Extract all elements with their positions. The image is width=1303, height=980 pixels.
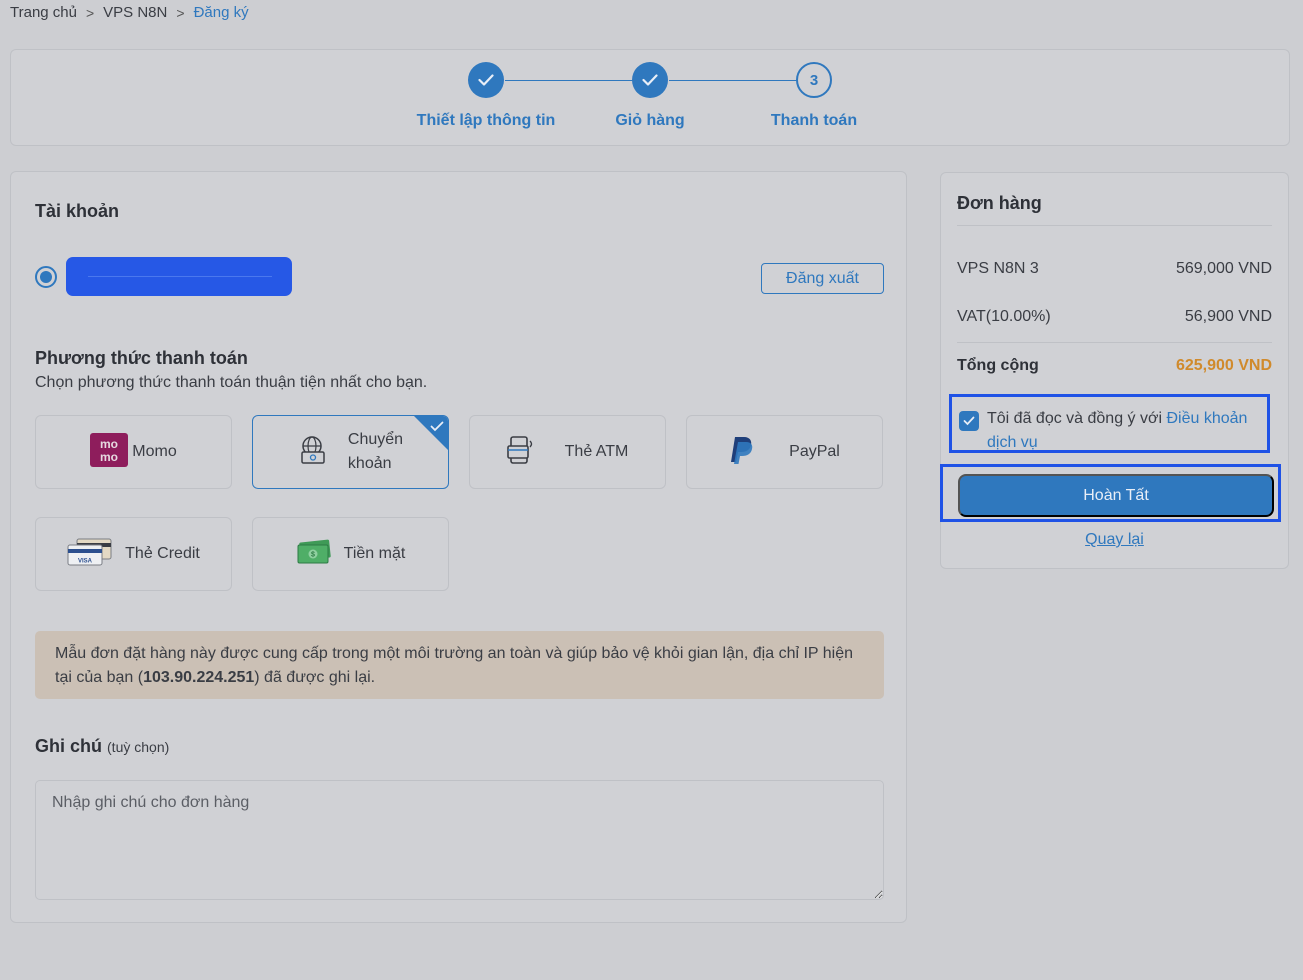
terms-agreement: Tôi đã đọc và đồng ý với Điều khoản dịch…: [949, 394, 1270, 453]
notice-text-end: ) đã được ghi lại.: [254, 669, 376, 686]
divider: [957, 342, 1272, 343]
submit-highlight: Hoàn Tất: [940, 464, 1281, 522]
payment-method-paypal[interactable]: PayPal: [686, 415, 883, 489]
payment-method-atm[interactable]: Thẻ ATM: [469, 415, 666, 489]
payment-method-cash[interactable]: $ Tiền mặt: [252, 517, 449, 591]
payment-method-label: Momo: [132, 443, 177, 460]
payment-method-label: Thẻ ATM: [564, 443, 629, 460]
terms-label: Tôi đã đọc và đồng ý với: [987, 410, 1167, 427]
order-item-row: VPS N8N 3 569,000 VND: [957, 260, 1272, 278]
payment-method-label: Chuyển khoản: [348, 428, 403, 476]
step-1-check-icon: [468, 62, 504, 98]
checkout-stepper: 3 Thiết lập thông tin Giỏ hàng Thanh toá…: [10, 49, 1290, 146]
account-email-redacted: [66, 257, 292, 296]
payment-method-subtitle: Chọn phương thức thanh toán thuận tiện n…: [35, 374, 428, 391]
payment-method-bank-transfer[interactable]: Chuyển khoản: [252, 415, 449, 489]
selected-check-icon: [430, 419, 444, 437]
order-vat-row: VAT(10.00%) 56,900 VND: [957, 308, 1272, 326]
account-radio[interactable]: [35, 266, 57, 288]
security-notice: Mẫu đơn đặt hàng này được cung cấp trong…: [35, 631, 884, 699]
ip-address: 103.90.224.251: [143, 669, 255, 686]
paypal-logo-icon: [729, 435, 755, 470]
order-vat-amount: 56,900 VND: [1184, 308, 1272, 325]
bank-transfer-icon: [298, 435, 330, 470]
svg-text:mo: mo: [100, 450, 118, 464]
breadcrumb: Trang chủ > VPS N8N > Đăng ký: [10, 4, 249, 21]
complete-order-button[interactable]: Hoàn Tất: [958, 474, 1274, 517]
payment-method-label: PayPal: [789, 443, 840, 460]
note-optional-text: (tuỳ chọn): [107, 739, 170, 755]
chevron-right-icon: >: [85, 4, 95, 21]
logout-button[interactable]: Đăng xuất: [761, 263, 884, 294]
svg-text:mo: mo: [100, 437, 118, 451]
back-link[interactable]: Quay lại: [941, 531, 1288, 549]
step-connector: [505, 80, 633, 81]
momo-logo-icon: mo mo: [90, 432, 129, 472]
payment-method-label: Tiền mặt: [343, 545, 406, 562]
note-title: Ghi chú (tuỳ chọn): [35, 736, 169, 757]
payment-method-credit[interactable]: VISA Thẻ Credit: [35, 517, 232, 591]
account-title: Tài khoản: [35, 201, 120, 221]
breadcrumb-product[interactable]: VPS N8N: [103, 4, 167, 21]
order-item-name: VPS N8N 3: [957, 260, 1039, 277]
step-3-number: 3: [796, 62, 832, 98]
order-vat-name: VAT(10.00%): [957, 308, 1051, 325]
atm-card-icon: [506, 435, 535, 470]
order-item-amount: 569,000 VND: [1175, 260, 1272, 277]
chevron-right-icon: >: [176, 4, 185, 21]
step-2-check-icon: [632, 62, 668, 98]
breadcrumb-home[interactable]: Trang chủ: [10, 4, 77, 21]
terms-checkbox[interactable]: [959, 411, 979, 431]
checkout-form-panel: Tài khoản Đăng xuất Phương thức thanh to…: [10, 171, 907, 923]
payment-method-title: Phương thức thanh toán: [35, 348, 248, 368]
step-3-label: Thanh toán: [770, 112, 858, 129]
svg-text:$: $: [311, 551, 315, 558]
step-connector: [669, 80, 797, 81]
credit-card-icon: VISA: [67, 538, 113, 571]
order-total-row: Tổng cộng 625,900 VND: [957, 357, 1272, 375]
cash-icon: $: [296, 539, 332, 570]
payment-method-label: Thẻ Credit: [125, 545, 200, 562]
label-line-2: khoản: [347, 455, 392, 472]
order-title: Đơn hàng: [957, 193, 1042, 213]
divider: [957, 225, 1272, 226]
order-total-label: Tổng cộng: [957, 357, 1039, 374]
order-total-amount: 625,900 VND: [1175, 357, 1272, 374]
order-summary-panel: Đơn hàng VPS N8N 3 569,000 VND VAT(10.00…: [940, 172, 1289, 569]
breadcrumb-current: Đăng ký: [193, 4, 249, 21]
payment-method-momo[interactable]: mo mo Momo: [35, 415, 232, 489]
order-note-textarea[interactable]: [35, 780, 884, 900]
svg-text:VISA: VISA: [78, 558, 93, 564]
terms-text: Tôi đã đọc và đồng ý với Điều khoản dịch…: [987, 407, 1259, 455]
label-line-1: Chuyển: [347, 431, 404, 448]
note-title-text: Ghi chú: [35, 736, 102, 756]
